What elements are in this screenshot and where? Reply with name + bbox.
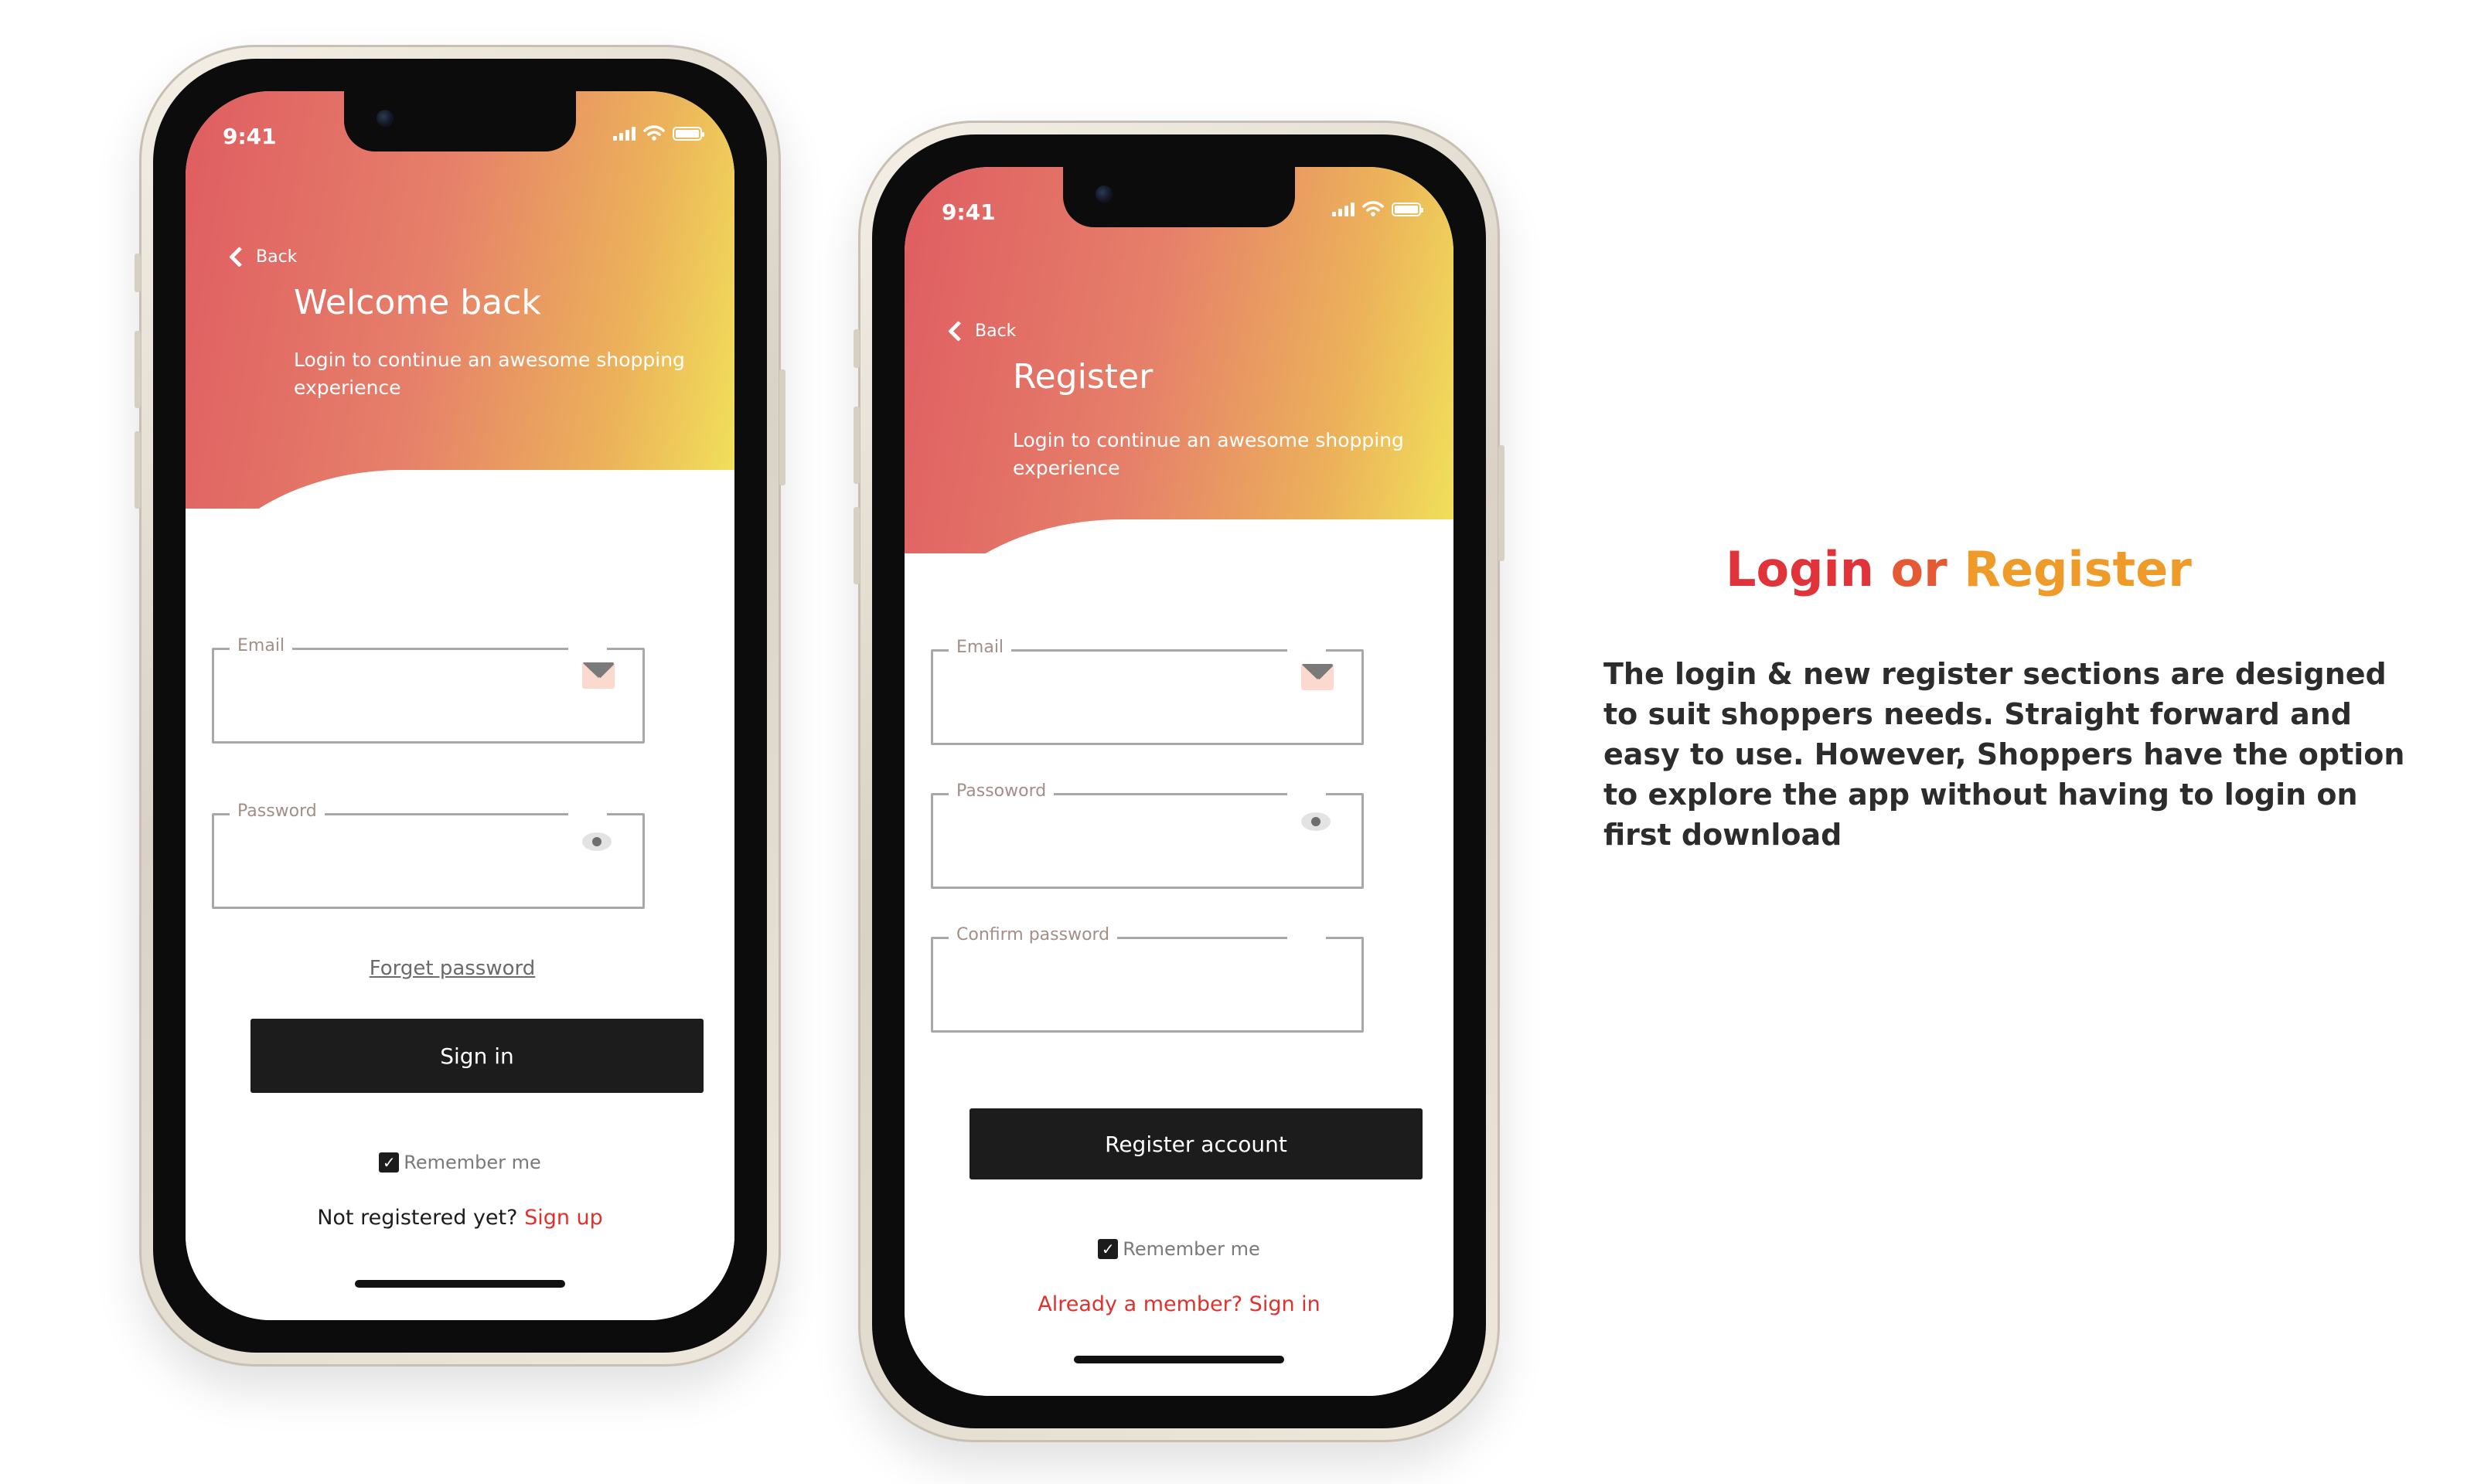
email-field[interactable]: Email [931, 638, 1364, 745]
remember-me-label: Remember me [1123, 1238, 1260, 1260]
password-field[interactable]: Passoword [931, 781, 1364, 889]
home-indicator[interactable] [355, 1280, 565, 1288]
login-screen: 9:41 Back Welcome back Login to continue… [186, 91, 734, 1320]
eye-icon[interactable] [1301, 812, 1331, 831]
field-gap [1287, 647, 1326, 655]
heading-word-register: Register [1964, 541, 2192, 597]
chevron-left-icon [229, 247, 250, 267]
remember-me[interactable]: ✓ Remember me [186, 1152, 734, 1173]
status-time: 9:41 [942, 199, 996, 225]
status-icons [613, 125, 704, 141]
password-label: Password [230, 802, 325, 821]
signup-prompt: Not registered yet? Sign up [186, 1206, 734, 1230]
section-heading: Login or Register [1726, 541, 2192, 597]
confirm-password-input[interactable] [949, 970, 1292, 1002]
phone-bezel: 9:41 Back Welcome back Login to continue… [153, 59, 767, 1353]
page-title: Register [1013, 357, 1154, 397]
page-subtitle: Login to continue an awesome shopping ex… [294, 349, 685, 399]
back-button[interactable]: Back [229, 247, 298, 267]
checkbox-checked-icon[interactable]: ✓ [379, 1152, 400, 1173]
email-label: Email [949, 638, 1012, 657]
email-field[interactable]: Email [212, 636, 645, 744]
sign-in-button[interactable]: Sign in [250, 1019, 704, 1093]
back-button[interactable]: Back [948, 321, 1017, 342]
password-label: Passoword [949, 781, 1055, 801]
confirm-password-field[interactable]: Confirm password [931, 925, 1364, 1033]
sign-up-link[interactable]: Sign up [524, 1206, 603, 1230]
field-gap [1287, 934, 1326, 942]
home-indicator[interactable] [1074, 1356, 1284, 1363]
camera-icon [1096, 186, 1113, 203]
side-button [854, 329, 860, 368]
remember-me-label: Remember me [404, 1152, 541, 1173]
camera-icon [377, 110, 394, 127]
status-time: 9:41 [223, 124, 277, 149]
side-button [854, 507, 860, 584]
checkbox-checked-icon[interactable]: ✓ [1098, 1239, 1119, 1259]
not-registered-text: Not registered yet? [317, 1206, 518, 1230]
back-label: Back [975, 322, 1017, 341]
section-description: The login & new register sections are de… [1603, 657, 2405, 852]
chevron-left-icon [948, 321, 969, 342]
field-gap [568, 645, 607, 653]
sign-in-link[interactable]: Already a member? Sign in [905, 1292, 1453, 1316]
side-button [779, 369, 785, 485]
side-button [135, 331, 141, 408]
side-button [1498, 445, 1505, 561]
signal-icon [1332, 201, 1355, 216]
page-subtitle: Login to continue an awesome shopping ex… [1013, 429, 1404, 479]
side-button [135, 431, 141, 509]
forget-password-link[interactable]: Forget password [186, 957, 727, 980]
mail-icon [1301, 664, 1334, 690]
register-account-button[interactable]: Register account [969, 1108, 1423, 1179]
email-input[interactable] [230, 681, 573, 713]
notch [344, 91, 576, 151]
phone-login: 9:41 Back Welcome back Login to continue… [135, 45, 785, 1367]
password-input[interactable] [949, 826, 1292, 859]
email-label: Email [230, 636, 293, 655]
battery-icon [1392, 203, 1423, 216]
page-title: Welcome back [294, 283, 541, 322]
battery-icon [673, 127, 704, 141]
wifi-icon [1362, 201, 1384, 216]
side-button [854, 407, 860, 484]
wifi-icon [643, 125, 665, 141]
eye-icon[interactable] [582, 832, 612, 851]
password-field[interactable]: Password [212, 802, 645, 909]
status-icons [1332, 201, 1423, 216]
remember-me[interactable]: ✓ Remember me [905, 1238, 1453, 1260]
signal-icon [613, 125, 636, 141]
heading-word-or: or [1890, 541, 1948, 597]
field-gap [1287, 791, 1326, 798]
back-label: Back [256, 247, 298, 267]
phone-bezel: 9:41 Back Register Login to continue an … [872, 134, 1486, 1428]
side-button [135, 254, 141, 292]
mail-icon [582, 662, 615, 689]
heading-word-login: Login [1726, 541, 1874, 597]
phone-register: 9:41 Back Register Login to continue an … [854, 121, 1505, 1442]
email-input[interactable] [949, 682, 1292, 715]
confirm-password-label: Confirm password [949, 925, 1118, 945]
field-gap [568, 811, 607, 819]
password-input[interactable] [230, 846, 573, 879]
register-screen: 9:41 Back Register Login to continue an … [905, 167, 1453, 1396]
notch [1063, 167, 1295, 227]
